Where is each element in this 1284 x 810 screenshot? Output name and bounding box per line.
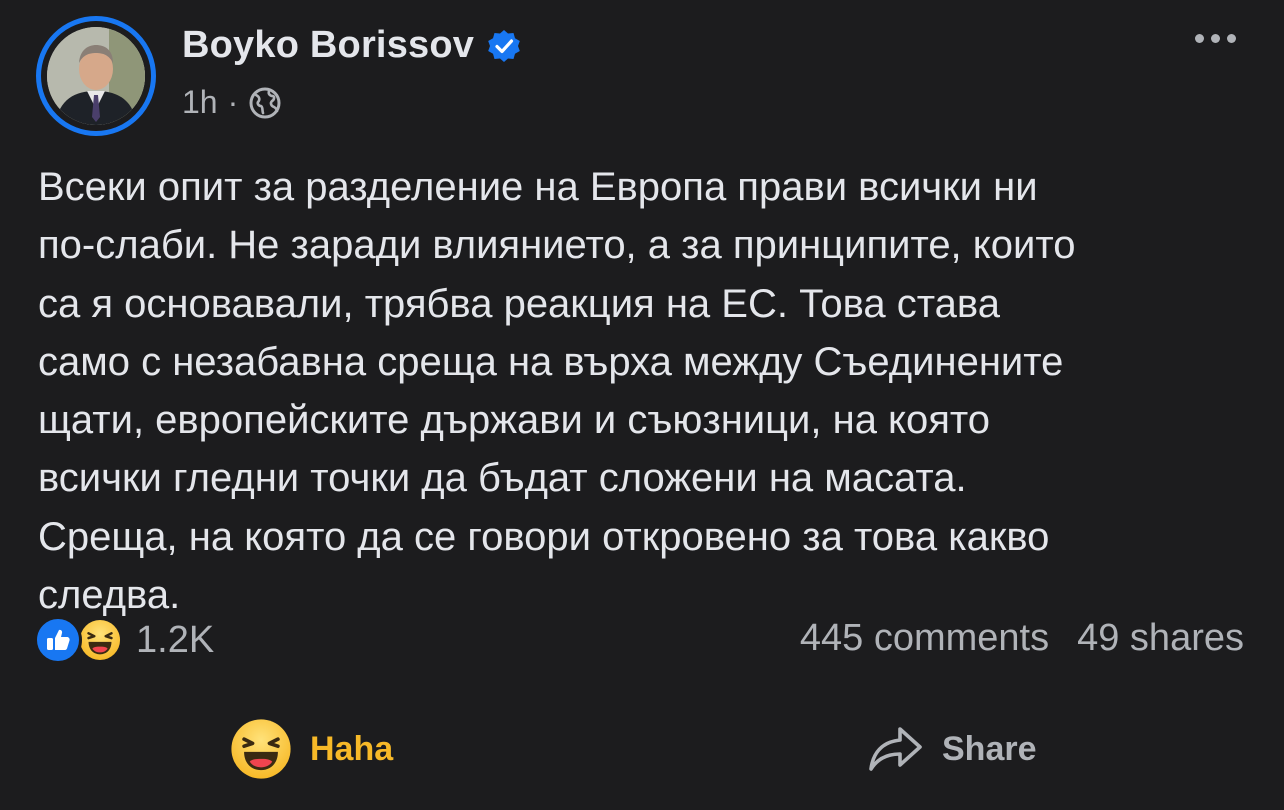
more-options-dot [1195,34,1204,43]
haha-reaction-label: Haha [310,729,394,768]
shares-count[interactable]: 49 shares [1077,617,1244,660]
verified-badge-icon [488,29,520,62]
post-timestamp[interactable]: 1h [182,84,218,121]
profile-avatar[interactable] [36,16,156,136]
meta-separator: · [227,84,239,120]
reaction-count: 1.2K [136,618,215,661]
more-options-button[interactable] [1189,28,1242,49]
share-button[interactable]: Share [866,714,1037,784]
more-options-dot [1227,34,1236,43]
engagement-stats: 445 comments 49 shares [800,617,1244,660]
comments-count[interactable]: 445 comments [800,617,1049,660]
post-meta: 1h · [182,84,282,121]
globe-icon[interactable] [248,86,282,120]
author-name-text[interactable]: Boyko Borissov [182,24,474,67]
post-text: Всеки опит за разделение на Европа прави… [38,165,1076,618]
author-name[interactable]: Boyko Borissov [182,24,522,67]
facebook-post: Boyko Borissov 1h · Всеки опит за раздел… [0,0,1284,810]
more-options-dot [1211,34,1220,43]
haha-icon [231,719,291,779]
share-icon [869,727,922,771]
like-icon [34,616,82,664]
haha-reaction-button[interactable]: Haha [230,714,393,784]
haha-icon [76,616,124,664]
reactions-summary[interactable]: 1.2K [34,616,214,664]
share-label: Share [942,729,1037,768]
avatar-photo [47,27,145,125]
